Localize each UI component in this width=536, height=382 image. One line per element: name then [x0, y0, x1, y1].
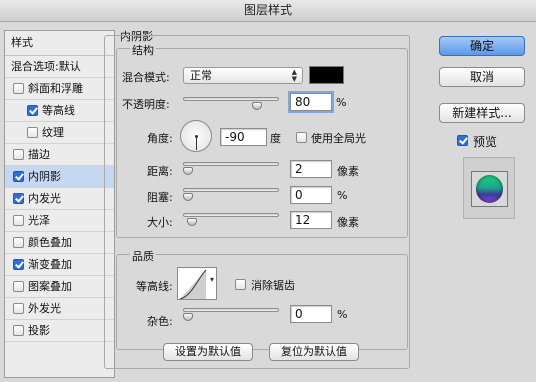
angle-dial[interactable]	[180, 120, 212, 152]
style-item[interactable]: 外发光	[5, 298, 114, 320]
cancel-button[interactable]: 取消	[439, 67, 525, 87]
antialias-label: 消除锯齿	[251, 279, 295, 292]
styles-header[interactable]: 样式	[5, 31, 114, 56]
distance-label: 距离:	[147, 165, 173, 178]
style-item[interactable]: 描边	[5, 144, 114, 166]
opacity-slider-track[interactable]	[183, 97, 279, 101]
style-item-label: 内发光	[28, 192, 61, 205]
opacity-unit: %	[336, 96, 347, 109]
noise-slider-track[interactable]	[183, 308, 279, 312]
style-item-checkbox[interactable]	[13, 215, 24, 226]
style-item-checkbox[interactable]	[13, 83, 24, 94]
style-item-checkbox[interactable]	[13, 303, 24, 314]
contour-label: 等高线:	[136, 280, 173, 293]
angle-needle-icon	[196, 136, 197, 150]
style-item[interactable]: 投影	[5, 320, 114, 342]
choke-input[interactable]: 0	[290, 186, 332, 204]
angle-input[interactable]: -90	[220, 128, 267, 146]
opacity-label: 不透明度:	[122, 98, 170, 111]
style-item[interactable]: 图案叠加	[5, 276, 114, 298]
distance-slider-track[interactable]	[183, 162, 279, 166]
quality-group	[116, 254, 408, 350]
select-arrows-icon: ▲ ▼	[291, 68, 297, 83]
ok-button[interactable]: 确定	[439, 36, 525, 56]
style-item-label: 图案叠加	[28, 280, 72, 293]
structure-title: 结构	[130, 42, 156, 58]
style-item-checkbox[interactable]	[13, 171, 24, 182]
set-default-button[interactable]: 设置为默认值	[163, 343, 253, 361]
style-item-label: 外发光	[28, 302, 61, 315]
blend-mode-value: 正常	[190, 69, 212, 82]
svg-text:▾: ▾	[210, 275, 214, 284]
quality-title: 品质	[130, 248, 156, 264]
style-item-checkbox[interactable]	[13, 325, 24, 336]
global-light-checkbox[interactable]	[296, 132, 307, 143]
angle-unit: 度	[270, 132, 281, 145]
style-item-label: 光泽	[28, 214, 50, 227]
opacity-input[interactable]: 80	[290, 93, 332, 111]
global-light-label: 使用全局光	[311, 132, 366, 145]
style-item-label: 描边	[28, 148, 50, 161]
noise-label: 杂色:	[147, 315, 173, 328]
style-item-checkbox[interactable]	[13, 281, 24, 292]
style-item[interactable]: 光泽	[5, 210, 114, 232]
antialias-checkbox[interactable]	[235, 279, 246, 290]
style-item-label: 颜色叠加	[28, 236, 72, 249]
window-title: 图层样式	[0, 0, 536, 22]
contour-curve-icon: ▾	[179, 269, 214, 299]
style-item[interactable]: 内发光	[5, 188, 114, 210]
preview-box	[463, 157, 515, 219]
style-item-label: 纹理	[42, 126, 64, 139]
styles-list: 样式 混合选项:默认 斜面和浮雕等高线纹理描边内阴影内发光光泽颜色叠加渐变叠加图…	[4, 30, 115, 378]
distance-unit: 像素	[337, 165, 359, 178]
contour-picker[interactable]: ▾	[177, 267, 217, 300]
style-item-checkbox[interactable]	[13, 237, 24, 248]
noise-unit: %	[337, 308, 348, 321]
distance-input[interactable]: 2	[290, 160, 332, 178]
style-item-checkbox[interactable]	[13, 149, 24, 160]
style-item-checkbox[interactable]	[27, 127, 38, 138]
size-label: 大小:	[147, 216, 173, 229]
style-item-label: 投影	[28, 324, 50, 337]
style-item-checkbox[interactable]	[27, 105, 38, 116]
preview-swatch	[471, 171, 508, 207]
style-item[interactable]: 渐变叠加	[5, 254, 114, 276]
choke-unit: %	[337, 189, 348, 202]
style-item-label: 斜面和浮雕	[28, 82, 83, 95]
style-item[interactable]: 颜色叠加	[5, 232, 114, 254]
blend-mode-select[interactable]: 正常 ▲ ▼	[183, 67, 303, 84]
new-style-button[interactable]: 新建样式...	[439, 103, 525, 123]
choke-slider-track[interactable]	[183, 188, 279, 192]
shadow-color-swatch[interactable]	[309, 66, 344, 84]
style-item-label: 内阴影	[28, 170, 61, 183]
style-item-checkbox[interactable]	[13, 193, 24, 204]
blend-mode-label: 混合模式:	[122, 71, 170, 84]
style-item[interactable]: 内阴影	[5, 166, 114, 188]
style-item-label: 等高线	[42, 104, 75, 117]
preview-checkbox[interactable]	[457, 135, 468, 146]
style-item[interactable]: 等高线	[5, 100, 114, 122]
angle-label: 角度:	[147, 132, 173, 145]
size-slider-track[interactable]	[183, 213, 279, 217]
style-item-label: 渐变叠加	[28, 258, 72, 271]
choke-label: 阻塞:	[147, 191, 173, 204]
style-item[interactable]: 纹理	[5, 122, 114, 144]
blend-options-item[interactable]: 混合选项:默认	[5, 56, 114, 78]
noise-input[interactable]: 0	[290, 305, 332, 323]
size-unit: 像素	[337, 216, 359, 229]
preview-label: 预览	[473, 135, 498, 149]
style-item-checkbox[interactable]	[13, 259, 24, 270]
preview-sphere-icon	[476, 175, 503, 203]
layer-style-dialog: 样式 混合选项:默认 斜面和浮雕等高线纹理描边内阴影内发光光泽颜色叠加渐变叠加图…	[0, 22, 536, 382]
size-input[interactable]: 12	[290, 211, 332, 229]
reset-default-button[interactable]: 复位为默认值	[269, 343, 359, 361]
style-item[interactable]: 斜面和浮雕	[5, 78, 114, 100]
